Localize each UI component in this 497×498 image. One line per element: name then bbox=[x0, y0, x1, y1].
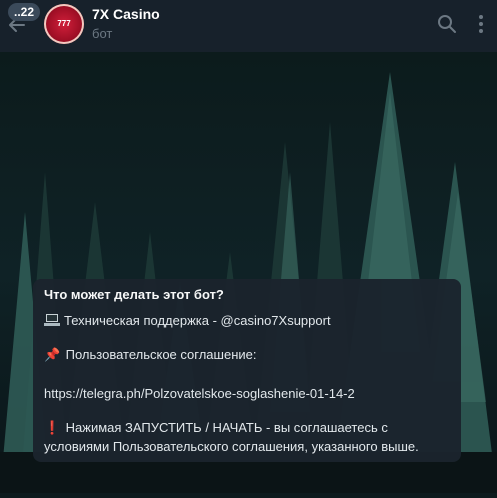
unread-count-badge: ..22 bbox=[8, 3, 41, 21]
agreement-line: 📌 Пользовательское соглашение: bbox=[44, 347, 256, 363]
chat-title[interactable]: 7X Casino bbox=[92, 6, 160, 22]
search-icon[interactable] bbox=[437, 14, 457, 34]
exclamation-icon: ❗ bbox=[44, 420, 61, 435]
agreement-text: Пользовательское соглашение: bbox=[65, 347, 257, 362]
bot-avatar[interactable]: 777 bbox=[44, 4, 84, 44]
support-text: Техническая поддержка - @casino7Xsupport bbox=[64, 313, 331, 328]
bot-info-card: Что может делать этот бот? Техническая п… bbox=[33, 279, 461, 462]
laptop-icon bbox=[44, 314, 60, 326]
warning-text-1: Нажимая ЗАПУСТИТЬ / НАЧАТЬ - вы соглашае… bbox=[65, 420, 388, 435]
warning-line-1: ❗ Нажимая ЗАПУСТИТЬ / НАЧАТЬ - вы соглаш… bbox=[44, 420, 388, 436]
more-options-icon[interactable] bbox=[476, 12, 486, 36]
card-title: Что может делать этот бот? bbox=[44, 287, 224, 302]
support-line: Техническая поддержка - @casino7Xsupport bbox=[44, 313, 331, 328]
agreement-link[interactable]: https://telegra.ph/Polzovatelskoe-soglas… bbox=[44, 386, 355, 401]
chat-subtitle: бот bbox=[92, 26, 113, 41]
warning-text-2: условиями Пользовательского соглашения, … bbox=[44, 439, 419, 454]
pushpin-icon: 📌 bbox=[44, 347, 61, 362]
chat-header: ..22 777 7X Casino бот bbox=[0, 0, 497, 52]
